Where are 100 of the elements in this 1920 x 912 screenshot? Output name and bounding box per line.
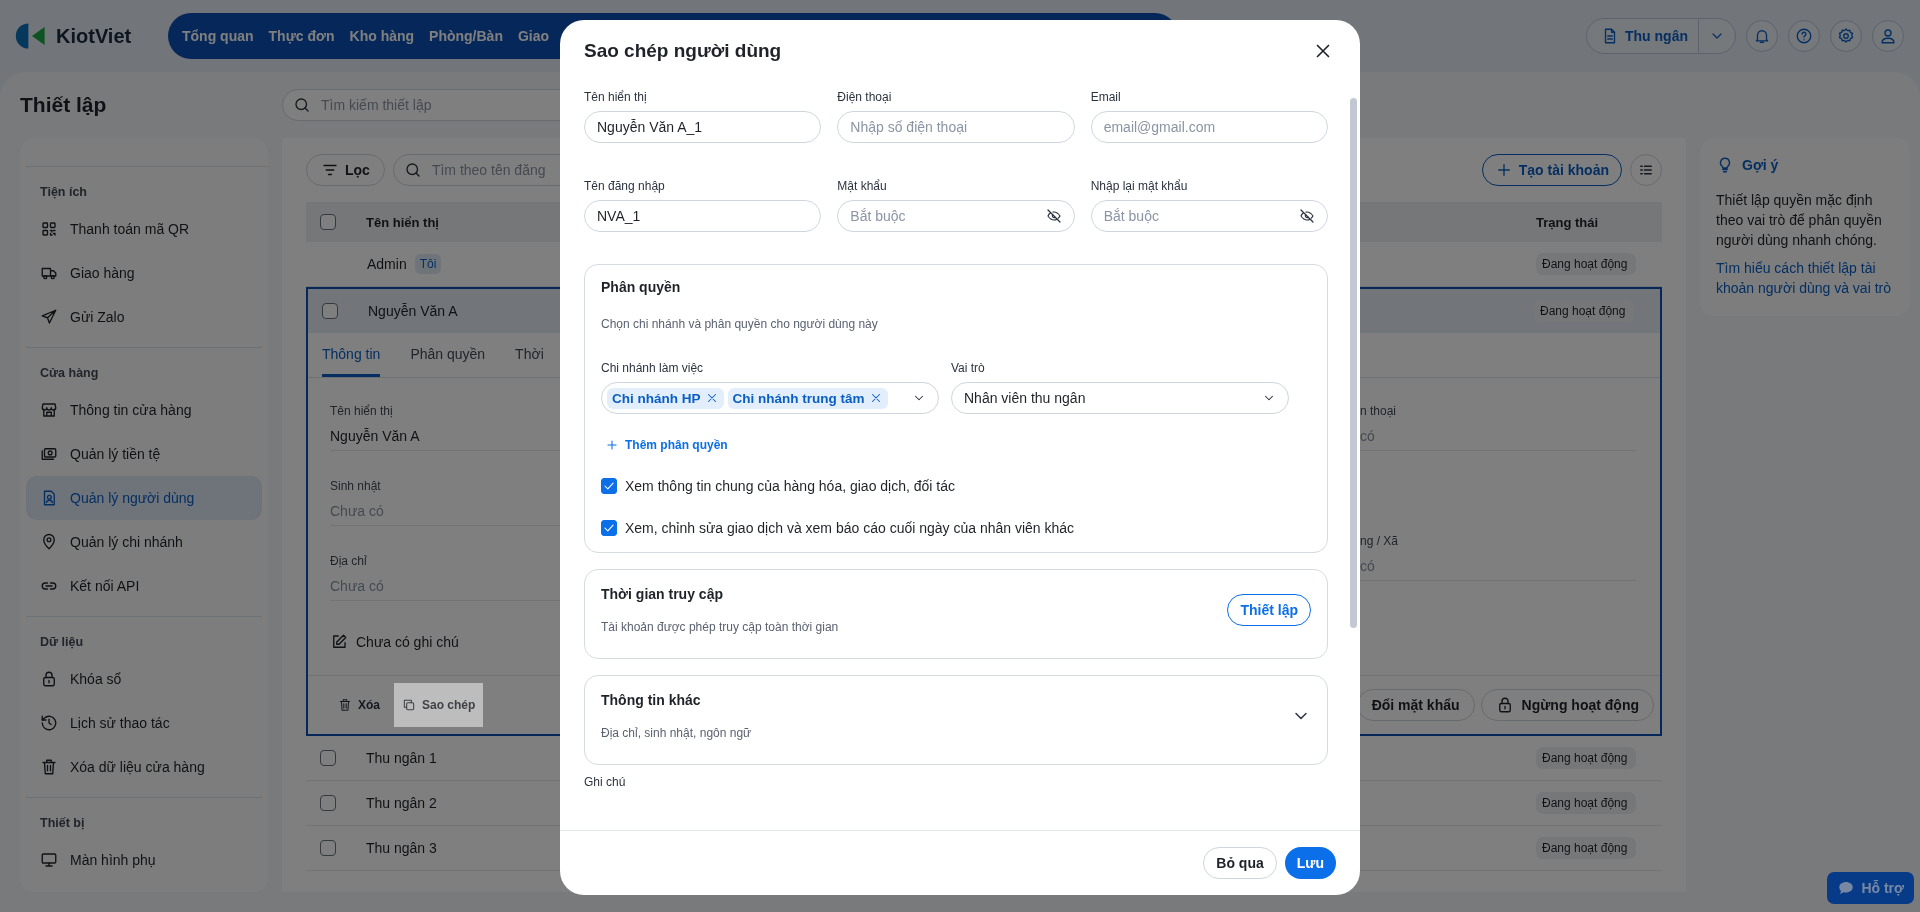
map-pin-icon	[40, 533, 58, 551]
support-button[interactable]: Hỗ trợ	[1827, 872, 1914, 904]
checkbox[interactable]	[320, 840, 336, 856]
status-badge: Đang hoạt động	[1536, 747, 1636, 769]
nav-link[interactable]: Thực đơn	[268, 24, 335, 48]
sidebar-item[interactable]: Gửi Zalo	[26, 295, 262, 339]
save-button[interactable]: Lưu	[1284, 847, 1336, 879]
hint-text: Thiết lập quyền mặc định theo vai trò để phân quyền người dùng nhanh chóng.	[1716, 191, 1883, 250]
nav-link[interactable]: Kho hàng	[349, 24, 415, 48]
detail-tab[interactable]: Thông tin	[322, 333, 381, 377]
sidebar-item[interactable]: Khóa sổ	[26, 657, 262, 701]
page-title: Thiết lập	[20, 93, 108, 117]
field-label: Điện thoại	[837, 90, 893, 104]
field-label: Vai trò	[951, 361, 986, 375]
checkbox[interactable]	[320, 750, 336, 766]
search-icon	[293, 96, 311, 114]
field-label: Ghi chú	[584, 775, 627, 789]
search-icon	[403, 161, 422, 179]
detail-tab[interactable]: Phân quyền	[410, 333, 486, 377]
banknote-icon	[40, 445, 58, 463]
field-label: Tên đăng nhập	[584, 179, 666, 193]
sidebar-item[interactable]: Lịch sử thao tác	[26, 701, 262, 745]
status-badge: Đang hoạt động	[1534, 300, 1634, 322]
self-badge: Tôi	[414, 254, 442, 274]
settings-button[interactable]	[1830, 20, 1862, 52]
deactivate-button[interactable]: Ngừng hoạt động	[1480, 689, 1654, 721]
nav-link[interactable]: Tổng quan	[182, 24, 254, 48]
role-switcher[interactable]: Thu ngân	[1586, 18, 1736, 54]
edit-icon	[330, 633, 348, 651]
section-heading: Tiện ích	[39, 184, 88, 201]
branch-chip: Chi nhánh HP	[607, 387, 724, 409]
eye-off-icon	[1045, 208, 1062, 224]
sidebar-item[interactable]: Kết nối API	[26, 564, 262, 608]
sidebar-item[interactable]: Thông tin cửa hàng	[26, 388, 262, 432]
checkbox[interactable]	[320, 795, 336, 811]
status-badge: Đang hoạt động	[1536, 792, 1636, 814]
help-icon	[1795, 27, 1813, 45]
store-icon	[40, 401, 58, 419]
checkbox[interactable]	[601, 478, 617, 494]
trash-icon	[40, 758, 58, 776]
field-label: ng / Xã	[1360, 534, 1399, 548]
field-label: Tên hiển thị	[330, 404, 393, 418]
help-button[interactable]	[1788, 20, 1820, 52]
column-settings-button[interactable]	[1630, 154, 1662, 186]
settings-icon	[1837, 27, 1855, 45]
section-description: Địa chỉ, sinh nhật, ngôn ngữ	[601, 726, 752, 740]
field-label: Chi nhánh làm việc	[601, 361, 705, 375]
add-permission-link[interactable]: Thêm phân quyền	[605, 438, 1311, 452]
user-name: Thu ngân 2	[366, 795, 437, 811]
help-link[interactable]: Tìm hiểu cách thiết lập tài khoản người dùng và vai trò	[1716, 258, 1894, 298]
account-button[interactable]	[1872, 20, 1904, 52]
user-name: Thu ngân 1	[366, 750, 437, 766]
checkbox[interactable]	[322, 303, 338, 319]
delete-button[interactable]: Xóa	[330, 683, 388, 727]
notifications-button[interactable]	[1746, 20, 1778, 52]
plus-icon	[605, 438, 619, 452]
sidebar-item[interactable]: Quản lý người dùng	[26, 476, 262, 520]
field-value: Chưa có	[330, 578, 384, 594]
user-name: Admin	[367, 256, 407, 272]
qr-code-icon	[40, 220, 58, 238]
copy-button[interactable]: Sao chép	[394, 683, 484, 727]
history-icon	[40, 714, 58, 732]
lock-icon	[40, 670, 58, 688]
setup-button[interactable]: Thiết lập	[1227, 594, 1311, 626]
sidebar-item[interactable]: Xóa dữ liệu cửa hàng	[26, 745, 262, 789]
section-title: Thời gian truy cập	[601, 586, 724, 602]
scrollbar[interactable]	[1350, 98, 1357, 628]
field-label: Tên hiển thị	[584, 90, 648, 104]
detail-tab[interactable]: Thời	[515, 333, 544, 377]
create-account-button[interactable]: Tạo tài khoản	[1481, 154, 1622, 186]
checkbox[interactable]	[320, 214, 336, 230]
note-text: Chưa có ghi chú	[356, 634, 459, 650]
user-name: Thu ngân 3	[366, 840, 437, 856]
sidebar-item[interactable]: Quản lý tiền tệ	[26, 432, 262, 476]
section-title: Thông tin khác	[601, 692, 702, 708]
cancel-button[interactable]: Bỏ qua	[1203, 847, 1277, 879]
filter-button[interactable]: Lọc	[306, 154, 385, 186]
role-label: Thu ngân	[1625, 28, 1688, 44]
dialog-title: Sao chép người dùng	[584, 40, 782, 62]
section-description: Chọn chi nhánh và phân quyền cho người dùng này	[601, 317, 879, 331]
field-label: Sinh nhật	[330, 479, 381, 493]
sidebar-item[interactable]: Thanh toán mã QR	[26, 207, 262, 251]
monitor-icon	[40, 851, 58, 869]
chat-icon	[1837, 879, 1856, 897]
brand-name: KiotViet	[56, 24, 132, 48]
sidebar-item[interactable]: Màn hình phụ	[26, 838, 262, 882]
nav-link[interactable]: Phòng/Bàn	[429, 24, 503, 48]
user-name: Nguyễn Văn A	[368, 303, 458, 319]
sidebar-item[interactable]: Quản lý chi nhánh	[26, 520, 262, 564]
field-label: Email	[1090, 90, 1122, 104]
nav-link[interactable]: Giao	[517, 24, 550, 48]
sidebar-item[interactable]: Giao hàng	[26, 251, 262, 295]
checkbox[interactable]	[601, 520, 617, 536]
option-label: Xem thông tin chung của hàng hóa, giao dịch, đối tác	[625, 478, 955, 494]
section-heading: Cửa hàng	[39, 365, 100, 382]
field-label: Mật khẩu	[837, 179, 888, 193]
section-heading: Dữ liệu	[39, 634, 85, 651]
section-description: Tài khoản được phép truy cập toàn thời gian	[601, 620, 839, 634]
option-label: Xem, chỉnh sửa giao dịch và xem báo cáo cuối ngày của nhân viên khác	[625, 520, 1075, 536]
field-label: n thoại	[1360, 404, 1397, 418]
